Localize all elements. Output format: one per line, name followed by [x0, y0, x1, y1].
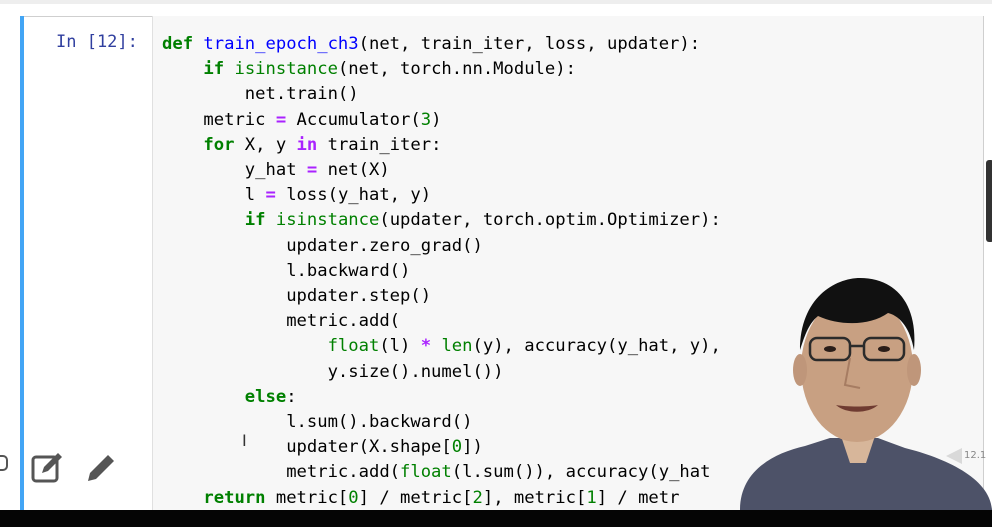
code-line: if isinstance(net, torch.nn.Module):: [203, 59, 576, 80]
scrollbar-handle[interactable]: [986, 160, 992, 242]
code-line: updater(X.shape[0]): [286, 437, 483, 458]
code-line: y.size().numel()): [327, 361, 504, 382]
presenter-video: [740, 278, 992, 510]
top-border: [0, 0, 992, 4]
code-line: l = loss(y_hat, y): [244, 185, 432, 206]
code-line: net.train(): [244, 84, 359, 105]
code-line: metric = Accumulator(3): [203, 109, 442, 130]
bottom-bar: [0, 510, 992, 527]
edit-note-icon[interactable]: [30, 451, 66, 485]
code-line: l.backward(): [286, 260, 411, 281]
code-line: def train_epoch_ch3(net, train_iter, los…: [162, 34, 701, 54]
code-line: y_hat = net(X): [244, 160, 390, 181]
side-handle[interactable]: [0, 455, 8, 471]
code-line: metric.add(float(l.sum()), accuracy(y_ha…: [286, 462, 711, 483]
code-line: if isinstance(updater, torch.optim.Optim…: [244, 210, 721, 231]
code-line: return metric[0] / metric[2], metric[1] …: [203, 487, 680, 508]
code-line: else:: [244, 386, 297, 407]
code-line: float(l) * len(y), accuracy(y_hat, y),: [327, 336, 721, 357]
code-line: updater.zero_grad(): [286, 235, 483, 256]
selected-cell-indicator: [20, 16, 24, 510]
code-line: metric.add(: [286, 311, 401, 332]
code-line: updater.step(): [286, 286, 432, 307]
pencil-icon[interactable]: [84, 451, 120, 485]
code-line: l.sum().backward(): [286, 412, 473, 433]
code-line: for X, y in train_iter:: [203, 134, 442, 155]
text-cursor-icon: I: [242, 431, 247, 450]
cell-prompt: In [12]:: [56, 32, 138, 52]
